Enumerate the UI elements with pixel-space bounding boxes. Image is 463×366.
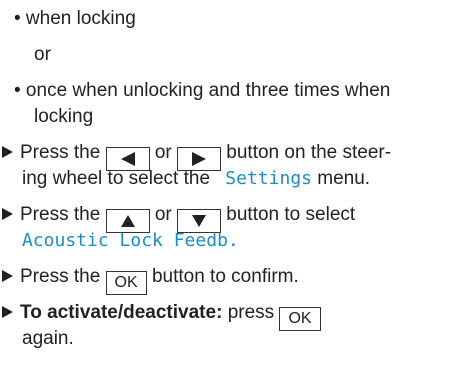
bullet-unlock-lock-continuation: locking xyxy=(34,106,94,127)
bullet-unlock-lock: • once when unlocking and three times wh… xyxy=(14,80,391,101)
right-triangle-icon xyxy=(192,152,207,167)
settings-menu-name: Settings xyxy=(225,168,312,189)
ok-key: OK xyxy=(105,271,147,295)
step-arrow-icon xyxy=(2,270,13,282)
instruction-page: • when locking or • once when unlocking … xyxy=(0,0,463,366)
step-select-acoustic-continuation: Acoustic Lock Feedb. xyxy=(22,228,239,254)
left-triangle-icon xyxy=(120,152,135,167)
step-select-settings: Press the or button on the steer- xyxy=(2,140,391,171)
up-triangle-icon xyxy=(120,215,135,228)
step-activate-deactivate: To activate/deactivate: press OK xyxy=(2,300,321,331)
ok-key: OK xyxy=(279,307,321,331)
or-separator: or xyxy=(34,44,51,65)
step-select-acoustic: Press the or button to select xyxy=(2,202,355,233)
step-arrow-icon xyxy=(2,306,13,318)
step-confirm: Press the OK button to confirm. xyxy=(2,264,299,295)
bullet-when-locking: • when locking xyxy=(14,8,136,29)
step-activate-deactivate-continuation: again. xyxy=(22,328,74,349)
step-arrow-icon xyxy=(2,208,13,220)
acoustic-lock-feedback-menu-item: Acoustic Lock Feedb. xyxy=(22,230,239,251)
down-triangle-icon xyxy=(192,215,207,228)
step-arrow-icon xyxy=(2,146,13,158)
step-select-settings-continuation: ing wheel to select the Settings menu. xyxy=(22,168,371,189)
